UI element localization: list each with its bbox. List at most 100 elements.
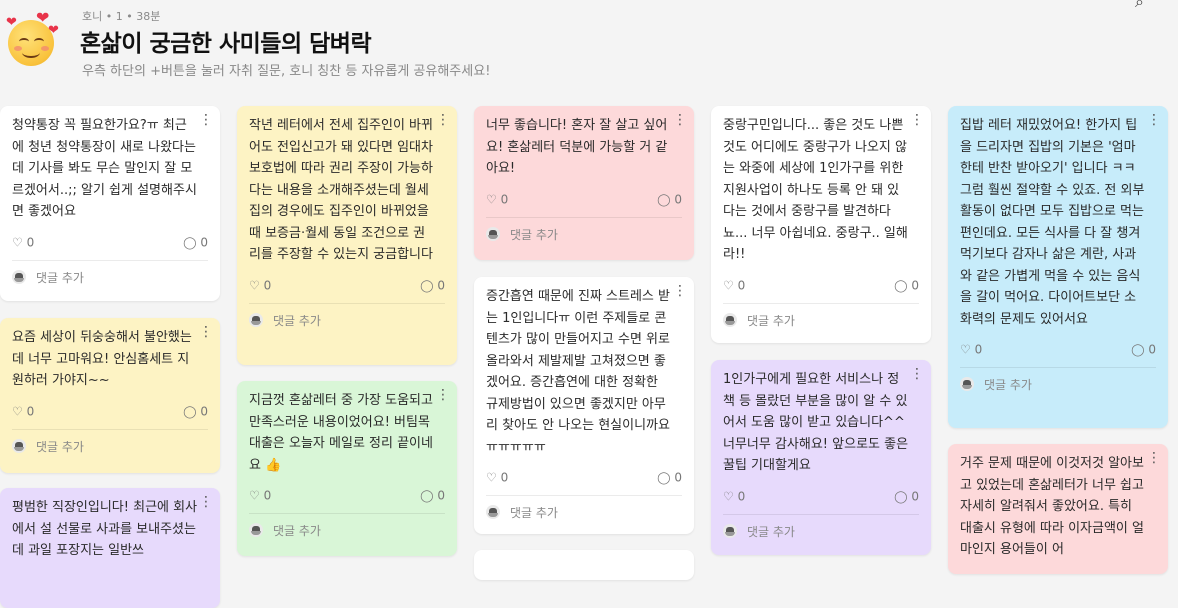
page-subtitle: 우측 하단의 +버튼을 눌러 자취 질문, 호니 칭찬 등 자유롭게 공유해주세…: [82, 64, 491, 79]
heart-icon: ♡: [12, 404, 23, 418]
post-text: 너무 좋습니다! 혼자 잘 살고 싶어요! 혼삶레터 덕분에 가능할 거 같아요…: [486, 118, 668, 176]
search-icon[interactable]: ⌕: [1135, 0, 1144, 12]
avatar: [486, 226, 500, 241]
post-text: 요즘 세상이 뒤숭숭해서 불안했는데 너무 고마워요! 안심홈세트 지원하러 가…: [12, 330, 192, 388]
like-button[interactable]: ♡ 0: [723, 489, 745, 503]
post-card[interactable]: ⋮ 너무 좋습니다! 혼자 잘 살고 싶어요! 혼삶레터 덕분에 가능할 거 같…: [474, 106, 694, 260]
more-options-icon[interactable]: ⋮: [910, 367, 924, 381]
avatar: [249, 523, 263, 537]
add-comment-label: 댓글 추가: [747, 524, 795, 539]
comment-button[interactable]: ◯ 0: [1131, 342, 1156, 357]
post-card[interactable]: ⋮ 집밥 레터 재밌었어요! 한가지 팁을 드리자면 집밥의 기본은 '엄마한테…: [948, 106, 1168, 428]
post-card[interactable]: ⋮ 거주 문제 때문에 이것저것 알아보고 있었는데 혼삶레터가 너무 쉽고 자…: [948, 444, 1168, 574]
comment-button[interactable]: ◯ 0: [894, 489, 919, 503]
heart-icon: ♡: [249, 278, 260, 292]
comment-icon: ◯: [657, 192, 671, 206]
avatar: [249, 312, 263, 327]
more-options-icon[interactable]: ⋮: [199, 495, 213, 509]
add-comment-label: 댓글 추가: [984, 378, 1032, 392]
like-count: 0: [26, 235, 35, 249]
heart-icon: ♡: [960, 342, 971, 357]
more-options-icon[interactable]: ⋮: [199, 113, 213, 127]
add-comment-button[interactable]: 댓글 추가: [486, 218, 682, 250]
add-comment-button[interactable]: 댓글 추가: [12, 261, 208, 293]
more-options-icon[interactable]: ⋮: [910, 113, 924, 127]
add-comment-button[interactable]: 댓글 추가: [249, 514, 445, 546]
comment-count: 0: [1148, 342, 1156, 357]
comment-icon: ◯: [1131, 342, 1145, 357]
add-comment-button[interactable]: 댓글 추가: [723, 304, 919, 336]
comment-count: 0: [200, 235, 208, 249]
like-count: 0: [263, 278, 272, 292]
add-comment-button[interactable]: 댓글 추가: [960, 368, 1156, 400]
comment-button[interactable]: ◯ 0: [657, 470, 682, 485]
post-card[interactable]: ⋮ 작년 레터에서 전세 집주인이 바뀌어도 전입신고가 돼 있다면 임대차보호…: [237, 106, 457, 365]
comment-count: 0: [200, 404, 208, 418]
comment-count: 0: [437, 278, 445, 292]
like-button[interactable]: ♡ 0: [960, 342, 982, 357]
like-button[interactable]: ♡ 0: [486, 470, 508, 485]
like-button[interactable]: ♡ 0: [249, 488, 271, 503]
avatar: [960, 377, 974, 391]
comment-icon: ◯: [894, 278, 908, 292]
comment-icon: ◯: [657, 470, 671, 485]
post-card[interactable]: ⋮ 1인가구에게 필요한 서비스나 정책 등 몰랐던 부분을 많이 알 수 있어…: [711, 360, 931, 555]
comment-icon: ◯: [183, 235, 197, 249]
post-text: 집밥 레터 재밌었어요! 한가지 팁을 드리자면 집밥의 기본은 '엄마한테 반…: [960, 118, 1145, 327]
more-options-icon[interactable]: ⋮: [1147, 113, 1161, 127]
add-comment-button[interactable]: 댓글 추가: [12, 430, 208, 462]
post-card[interactable]: ⋮ 중랑구민입니다... 좋은 것도 나쁜 것도 어디에도 중랑구가 나오지 않…: [711, 106, 931, 343]
post-card[interactable]: ⋮ 지금껏 혼삶레터 중 가장 도움되고 만족스러운 내용이었어요! 버팀목 대…: [237, 381, 457, 556]
more-options-icon[interactable]: ⋮: [199, 325, 213, 339]
more-options-icon[interactable]: ⋮: [673, 113, 687, 127]
like-button[interactable]: ♡ 0: [12, 404, 35, 418]
post-text: 청약통장 꼭 필요한가요?ㅠ 최근에 청년 청약통장이 새로 나왔다는데 기사를…: [12, 118, 197, 219]
comment-button[interactable]: ◯ 0: [183, 235, 208, 249]
post-card[interactable]: ⋮ 평범한 직장인입니다! 최근에 회사에서 설 선물로 사과를 보내주셨는데 …: [0, 488, 220, 608]
like-count: 0: [26, 404, 35, 418]
like-button[interactable]: ♡ 0: [486, 192, 509, 206]
comment-button[interactable]: ◯ 0: [183, 404, 208, 418]
avatar: [723, 312, 737, 327]
comment-count: 0: [437, 488, 445, 503]
comment-button[interactable]: ◯ 0: [657, 192, 682, 206]
comment-button[interactable]: ◯ 0: [894, 278, 919, 292]
comment-icon: ◯: [420, 488, 434, 503]
like-count: 0: [974, 342, 983, 357]
like-button[interactable]: ♡ 0: [12, 235, 35, 249]
add-comment-label: 댓글 추가: [36, 439, 84, 454]
avatar: [723, 523, 737, 538]
like-count: 0: [500, 192, 509, 206]
board-header: ❤ ❤ ❤ 호니 • 1 • 38분 혼삶이 궁금한 사미들의 담벼락 우측 하단의…: [0, 0, 1178, 100]
more-options-icon[interactable]: ⋮: [1147, 451, 1161, 465]
add-comment-button[interactable]: 댓글 추가: [486, 496, 682, 528]
post-card[interactable]: [474, 550, 694, 580]
smiling-face-with-hearts-icon: ❤ ❤ ❤: [6, 10, 59, 66]
post-card[interactable]: ⋮ 증간흡연 때문에 진짜 스트레스 받는 1인입니다ㅠ 이런 주제들로 콘텐츠…: [474, 277, 694, 534]
comment-count: 0: [674, 192, 682, 206]
more-options-icon[interactable]: ⋮: [436, 388, 450, 402]
add-comment-button[interactable]: 댓글 추가: [723, 515, 919, 547]
add-comment-label: 댓글 추가: [510, 506, 558, 520]
like-button[interactable]: ♡ 0: [723, 278, 745, 292]
heart-icon: ♡: [723, 278, 734, 292]
like-count: 0: [263, 488, 272, 503]
page-title: 혼삶이 궁금한 사미들의 담벼락: [80, 31, 372, 57]
like-button[interactable]: ♡ 0: [249, 278, 272, 292]
post-text: 증간흡연 때문에 진짜 스트레스 받는 1인입니다ㅠ 이런 주제들로 콘텐츠가 …: [486, 289, 670, 455]
post-text: 중랑구민입니다... 좋은 것도 나쁜 것도 어디에도 중랑구가 나오지 않는 …: [723, 118, 908, 262]
comment-icon: ◯: [420, 278, 434, 292]
heart-icon: ♡: [486, 470, 497, 485]
post-card[interactable]: ⋮ 청약통장 꼭 필요한가요?ㅠ 최근에 청년 청약통장이 새로 나왔다는데 기…: [0, 106, 220, 301]
avatar: [12, 269, 26, 284]
heart-icon: ♡: [723, 489, 734, 503]
comment-button[interactable]: ◯ 0: [420, 488, 445, 503]
post-text: 작년 레터에서 전세 집주인이 바뀌어도 전입신고가 돼 있다면 임대차보호법에…: [249, 118, 433, 262]
more-options-icon[interactable]: ⋮: [673, 284, 687, 298]
add-comment-button[interactable]: 댓글 추가: [249, 304, 445, 336]
comment-button[interactable]: ◯ 0: [420, 278, 445, 292]
post-text: 1인가구에게 필요한 서비스나 정책 등 몰랐던 부분을 많이 알 수 있어서 …: [723, 372, 909, 473]
more-options-icon[interactable]: ⋮: [436, 113, 450, 127]
post-card[interactable]: ⋮ 요즘 세상이 뒤숭숭해서 불안했는데 너무 고마워요! 안심홈세트 지원하러…: [0, 318, 220, 473]
comment-count: 0: [911, 489, 919, 503]
